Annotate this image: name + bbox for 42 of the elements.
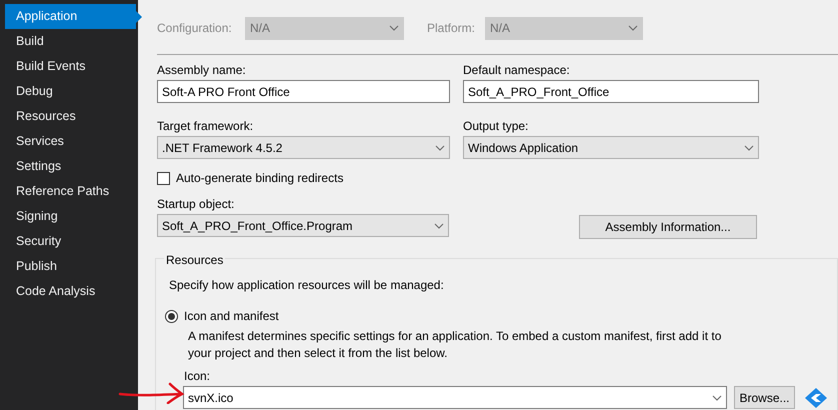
dropdown[interactable]: .NET Framework 4.5.2 xyxy=(157,136,450,159)
sidebar-item[interactable]: Signing xyxy=(5,204,138,229)
field-label: Output type: xyxy=(463,118,530,135)
field-label: Platform: xyxy=(427,21,476,35)
sidebar-item[interactable]: Reference Paths xyxy=(5,179,138,204)
field-label: Assembly name: xyxy=(157,62,247,79)
field-label: Configuration: xyxy=(157,21,232,35)
field-label: Target framework: xyxy=(157,118,254,135)
chevron-down-icon xyxy=(435,144,445,150)
chevron-down-icon xyxy=(628,25,638,31)
browse-button[interactable]: Browse... xyxy=(734,386,795,409)
sidebar-item[interactable]: Build xyxy=(5,29,138,54)
dropdown[interactable]: Windows Application xyxy=(463,136,759,159)
dropdown[interactable]: Soft_A_PRO_Front_Office.Program xyxy=(157,214,449,237)
dropdown[interactable]: svnX.ico xyxy=(183,386,727,409)
checkbox[interactable] xyxy=(157,172,170,184)
sidebar-item[interactable]: Security xyxy=(5,229,138,254)
sidebar-item[interactable]: Debug xyxy=(5,79,138,104)
chevron-down-icon xyxy=(434,222,444,228)
chevron-down-icon xyxy=(712,394,722,400)
checkbox-label: Auto-generate binding redirects xyxy=(176,170,344,187)
chevron-down-icon xyxy=(389,25,399,31)
sidebar-item[interactable]: Build Events xyxy=(5,54,138,79)
text-field[interactable]: Soft-A PRO Front Office xyxy=(157,80,450,103)
arrow-annotation xyxy=(118,382,186,404)
hint-text: Specify how application resources will be managed: xyxy=(169,277,445,294)
sidebar-item[interactable]: Resources xyxy=(5,104,138,129)
field-label: Default namespace: xyxy=(463,62,571,79)
sidebar-item[interactable]: Services xyxy=(5,129,138,154)
logo-icon xyxy=(804,386,828,408)
sidebar-item[interactable]: Settings xyxy=(5,154,138,179)
sidebar-item[interactable]: Code Analysis xyxy=(5,279,138,304)
text-field[interactable]: Soft_A_PRO_Front_Office xyxy=(463,80,759,103)
pointer-icon xyxy=(136,11,142,23)
sidebar-item[interactable]: Publish xyxy=(5,254,138,279)
description-text: A manifest determines specific settings for an application. To embed a custom manifest, first add it to your project and then select it from the list below. xyxy=(188,328,722,362)
chevron-down-icon xyxy=(744,144,754,150)
field-label: Startup object: xyxy=(157,196,236,213)
assembly-information-button[interactable]: Assembly Information... xyxy=(579,215,757,239)
field-label: Icon: xyxy=(184,369,210,383)
radio-label: Icon and manifest xyxy=(184,308,279,325)
radio-button[interactable] xyxy=(165,310,178,322)
